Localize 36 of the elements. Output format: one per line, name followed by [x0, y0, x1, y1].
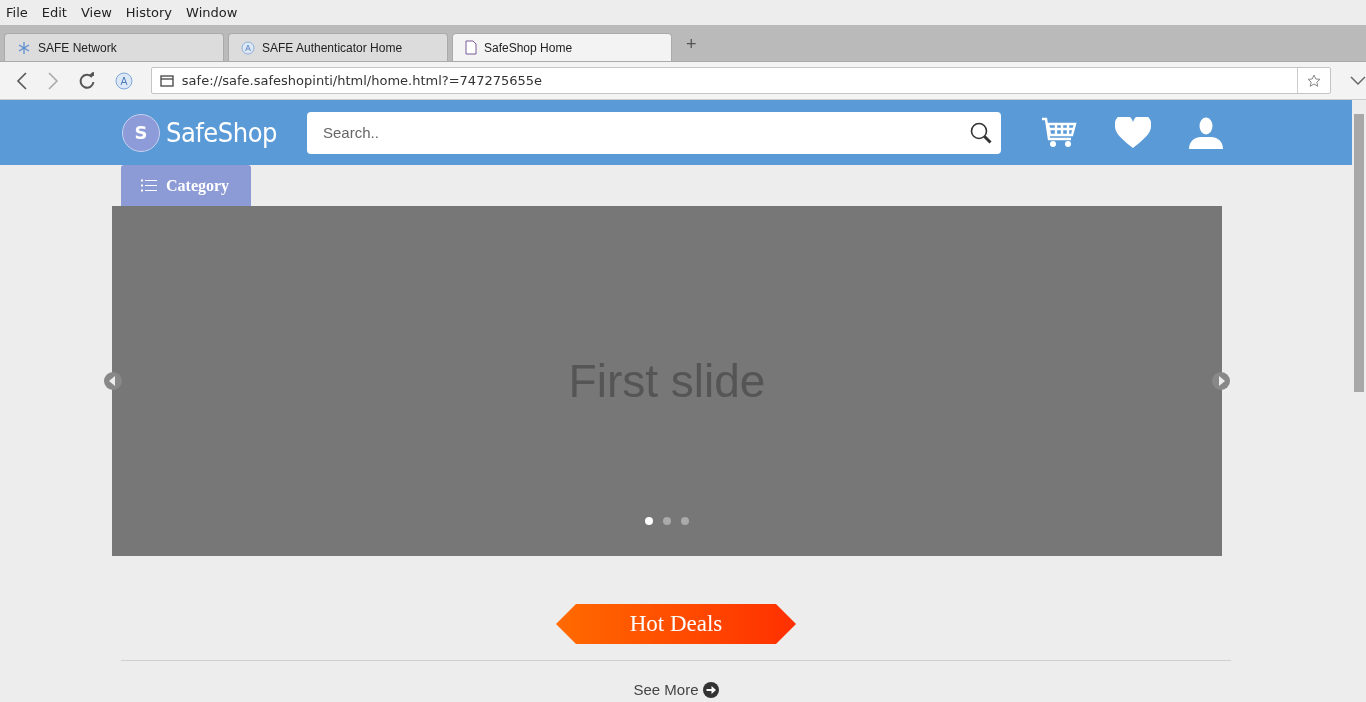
user-icon[interactable]	[1189, 116, 1223, 149]
letter-circle-icon	[241, 40, 255, 55]
arrow-right-icon	[702, 681, 719, 698]
logo-badge: S	[122, 113, 160, 152]
browser-tab[interactable]: SAFE Network	[4, 33, 224, 61]
menu-item[interactable]: Edit	[41, 5, 67, 20]
logo-text: SafeShop	[166, 117, 277, 148]
menu-item[interactable]: Window	[186, 5, 238, 20]
previous-slide-icon[interactable]	[104, 372, 122, 390]
search-icon[interactable]	[969, 120, 993, 145]
menu-item[interactable]: History	[125, 5, 173, 20]
letter-circle-icon[interactable]	[114, 71, 133, 90]
next-slide-icon[interactable]	[1212, 372, 1230, 390]
page-icon	[159, 74, 174, 87]
reload-icon[interactable]	[77, 71, 96, 90]
chevron-down-icon[interactable]	[1350, 75, 1366, 86]
heart-icon[interactable]	[1115, 116, 1151, 149]
slide-indicator[interactable]	[645, 517, 653, 525]
back-icon[interactable]	[16, 71, 28, 90]
list-icon	[141, 179, 157, 192]
slide-indicator[interactable]	[663, 517, 671, 525]
browser-tab[interactable]: SafeShop Home	[452, 33, 672, 61]
cart-icon[interactable]	[1041, 116, 1077, 149]
section-banner: Hot Deals	[556, 604, 796, 644]
search-field[interactable]: Search..	[307, 111, 1001, 154]
snowflake-icon	[17, 40, 31, 55]
document-icon	[465, 40, 477, 55]
slide-indicator[interactable]	[681, 517, 689, 525]
browser-tab[interactable]: SAFE Authenticator Home	[228, 33, 448, 61]
star-icon[interactable]	[1307, 73, 1322, 88]
menu-item[interactable]: File	[6, 5, 28, 20]
menu-item[interactable]: View	[80, 5, 112, 20]
new-tab-button[interactable]: +	[686, 34, 697, 55]
address-field[interactable]: safe://safe.safeshopinti/html/home.html?=747275655e	[150, 67, 1332, 94]
see-more-link[interactable]: See More	[633, 681, 719, 698]
forward-icon[interactable]	[46, 71, 59, 90]
